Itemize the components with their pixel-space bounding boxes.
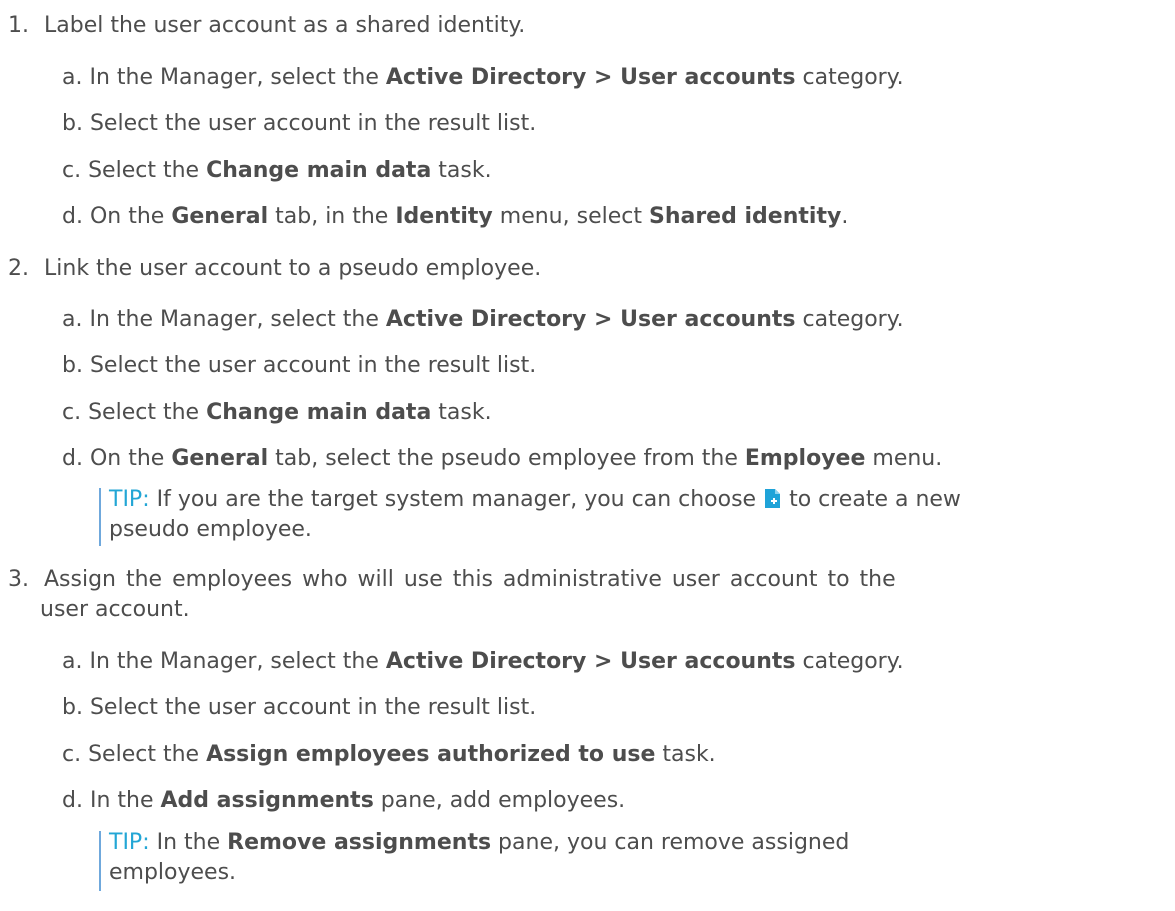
- tip-2-line2: pseudo employee.: [109, 516, 312, 544]
- substep-2a: a. In the Manager, select the Active Dir…: [62, 306, 904, 334]
- new-object-icon: [765, 488, 781, 508]
- menu-name: Identity: [395, 204, 493, 229]
- substep-letter: c.: [62, 400, 82, 425]
- step-number: 3.: [8, 567, 29, 592]
- tip-bar: [99, 488, 101, 546]
- substep-letter: b.: [62, 353, 83, 378]
- substep-text: Select the user account in the result li…: [89, 111, 537, 136]
- tip-3: TIP: In the Remove assignments pane, you…: [109, 829, 849, 857]
- option-name: Shared identity: [648, 204, 842, 229]
- substep-2b: b. Select the user account in the result…: [62, 352, 536, 380]
- substep-letter: c.: [62, 158, 82, 183]
- substep-text: Select the user account in the result li…: [89, 353, 537, 378]
- substep-text: menu, select: [492, 204, 649, 229]
- step-1: 1. Label the user account as a shared id…: [8, 12, 525, 40]
- substep-text: Select the: [88, 400, 207, 425]
- substep-text: tab, select the pseudo employee from the: [268, 446, 745, 471]
- substep-text: In the Manager, select the: [89, 307, 386, 332]
- substep-text: In the Manager, select the: [89, 649, 386, 674]
- substep-2d: d. On the General tab, select the pseudo…: [62, 445, 942, 473]
- task-name: Change main data: [206, 158, 432, 183]
- substep-3c: c. Select the Assign employees authorize…: [62, 741, 716, 769]
- substep-text: Select the: [88, 742, 207, 767]
- substep-3d: d. In the Add assignments pane, add empl…: [62, 787, 625, 815]
- pane-name: Add assignments: [160, 788, 374, 813]
- tip-text: If you are the target system manager, yo…: [149, 487, 764, 512]
- substep-text: category.: [795, 307, 904, 332]
- substep-2c: c. Select the Change main data task.: [62, 399, 492, 427]
- step-3-line2: user account.: [40, 596, 190, 624]
- substep-letter: c.: [62, 742, 82, 767]
- substep-letter: a.: [62, 65, 83, 90]
- substep-text: Select the: [88, 158, 207, 183]
- menu-name: Employee: [744, 446, 866, 471]
- substep-text: task.: [431, 400, 492, 425]
- tip-text: pane, you can remove assigned: [491, 830, 850, 855]
- step-2: 2. Link the user account to a pseudo emp…: [8, 255, 541, 283]
- substep-letter: d.: [62, 446, 83, 471]
- substep-3a: a. In the Manager, select the Active Dir…: [62, 648, 904, 676]
- substep-letter: b.: [62, 695, 83, 720]
- substep-letter: d.: [62, 788, 83, 813]
- tip-bar: [99, 831, 101, 891]
- step-text: Link the user account to a pseudo employ…: [44, 256, 542, 281]
- substep-letter: a.: [62, 307, 83, 332]
- ui-path: Active Directory > User accounts: [385, 307, 796, 332]
- step-number: 1.: [8, 13, 29, 38]
- substep-text: pane, add employees.: [373, 788, 626, 813]
- substep-1b: b. Select the user account in the result…: [62, 110, 536, 138]
- step-text: Assign the employees who will use this a…: [44, 567, 896, 592]
- substep-1c: c. Select the Change main data task.: [62, 157, 492, 185]
- substep-text: In the Manager, select the: [89, 65, 386, 90]
- substep-text: task.: [655, 742, 716, 767]
- substep-text: On the: [89, 204, 172, 229]
- substep-letter: a.: [62, 649, 83, 674]
- tip-label: TIP:: [109, 487, 150, 512]
- substep-text: In the: [89, 788, 161, 813]
- substep-text: Select the user account in the result li…: [89, 695, 537, 720]
- tip-label: TIP:: [109, 830, 150, 855]
- substep-letter: b.: [62, 111, 83, 136]
- tip-text: to create a new: [782, 487, 961, 512]
- step-text: user account.: [40, 597, 190, 622]
- substep-text: .: [841, 204, 849, 229]
- substep-text: tab, in the: [268, 204, 396, 229]
- substep-3b: b. Select the user account in the result…: [62, 694, 536, 722]
- substep-text: On the: [89, 446, 172, 471]
- substep-text: category.: [795, 649, 904, 674]
- ui-path: Active Directory > User accounts: [385, 649, 796, 674]
- tab-name: General: [171, 204, 269, 229]
- task-name: Assign employees authorized to use: [206, 742, 656, 767]
- substep-letter: d.: [62, 204, 83, 229]
- substep-text: category.: [795, 65, 904, 90]
- substep-text: menu.: [865, 446, 943, 471]
- step-text: Label the user account as a shared ident…: [44, 13, 526, 38]
- task-name: Change main data: [206, 400, 432, 425]
- ui-path: Active Directory > User accounts: [385, 65, 796, 90]
- tip-2: TIP: If you are the target system manage…: [109, 486, 961, 514]
- substep-1d: d. On the General tab, in the Identity m…: [62, 203, 848, 231]
- substep-text: task.: [431, 158, 492, 183]
- substep-1a: a. In the Manager, select the Active Dir…: [62, 64, 904, 92]
- tip-3-line2: employees.: [109, 859, 236, 887]
- pane-name: Remove assignments: [227, 830, 492, 855]
- tip-text: pseudo employee.: [109, 517, 312, 542]
- tip-text: In the: [149, 830, 228, 855]
- tab-name: General: [171, 446, 269, 471]
- step-3: 3. Assign the employees who will use thi…: [8, 566, 896, 594]
- step-number: 2.: [8, 256, 29, 281]
- tip-text: employees.: [109, 860, 237, 885]
